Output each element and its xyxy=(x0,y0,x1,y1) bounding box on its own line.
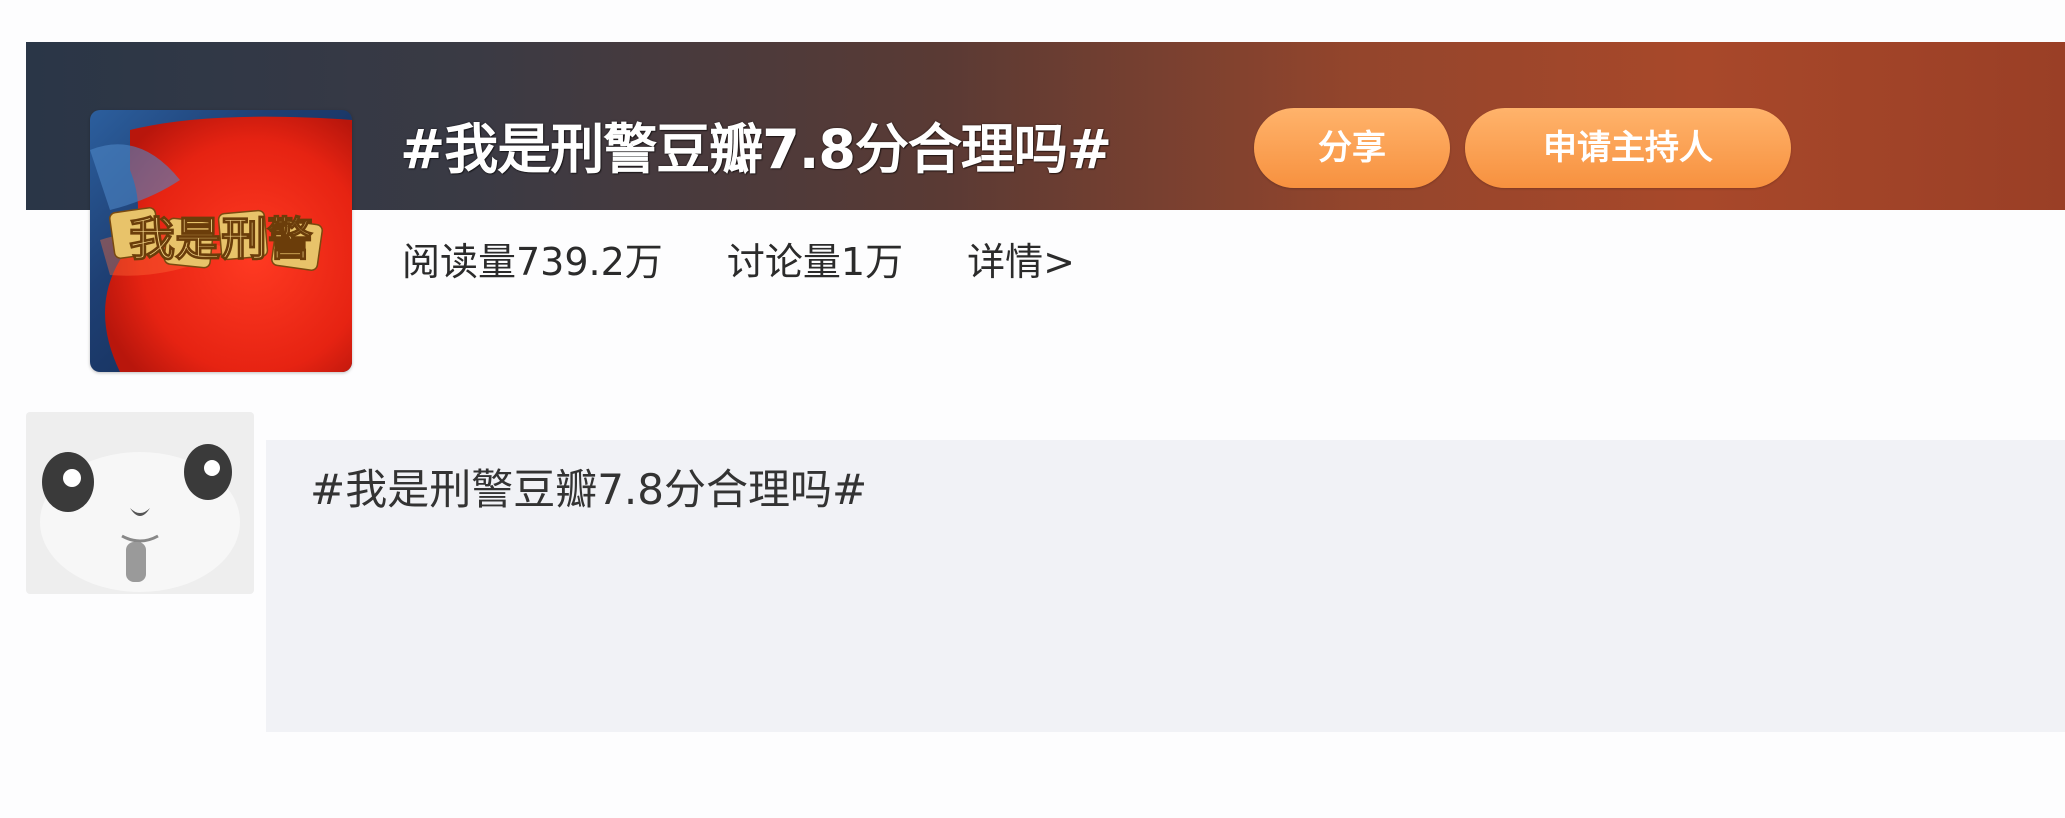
post-text[interactable]: #我是刑警豆瓣7.8分合理吗# xyxy=(310,462,867,518)
svg-text:我是刑警: 我是刑警 xyxy=(129,212,313,266)
read-count: 阅读量739.2万 xyxy=(402,240,663,284)
topic-page: 我是刑警 #我是刑警豆瓣7.8分合理吗# 分享 申请主持人 阅读量739.2万 … xyxy=(0,0,2065,818)
apply-host-button[interactable]: 申请主持人 xyxy=(1465,108,1791,188)
topic-title: #我是刑警豆瓣7.8分合理吗# xyxy=(400,118,1112,181)
details-link[interactable]: 详情> xyxy=(967,232,1075,292)
avatar[interactable] xyxy=(26,412,254,594)
share-button[interactable]: 分享 xyxy=(1254,108,1450,188)
discussion-count: 讨论量1万 xyxy=(726,240,904,284)
topic-cover-image[interactable]: 我是刑警 xyxy=(90,110,352,372)
topic-stats: 阅读量739.2万 讨论量1万 详情> xyxy=(402,232,1075,292)
